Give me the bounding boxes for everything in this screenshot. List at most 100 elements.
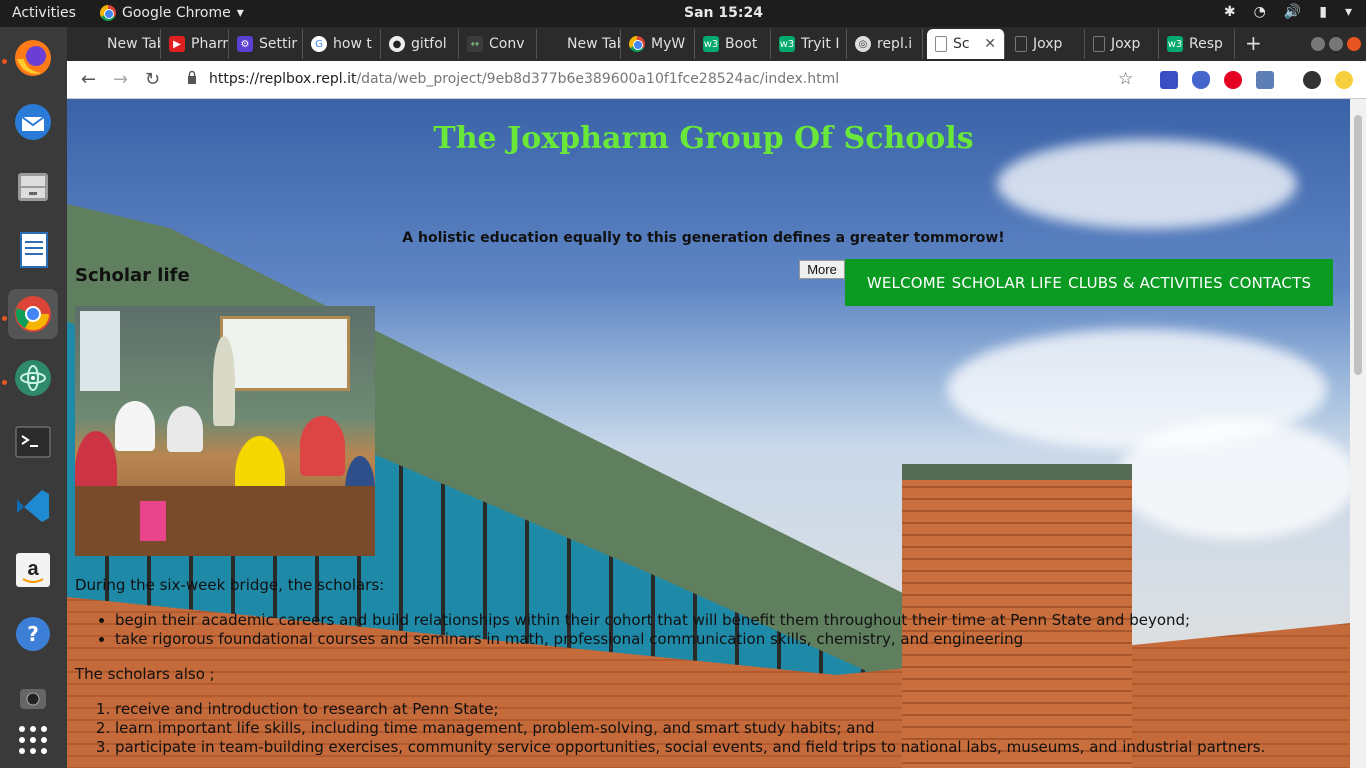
back-arrow-icon[interactable]: ←	[81, 69, 96, 90]
toolbar: ← → ↻ https://replbox.repl.it/data/web_p…	[67, 61, 1366, 99]
terminal-launcher[interactable]	[8, 417, 58, 467]
building-tower-cap	[902, 464, 1132, 480]
search-extension-icon[interactable]	[1160, 71, 1178, 89]
more-button[interactable]: More	[799, 260, 845, 279]
tab[interactable]: ● gitfol	[381, 29, 459, 59]
firefox-launcher[interactable]	[8, 33, 58, 83]
github-icon: ●	[389, 36, 405, 52]
maximize-icon[interactable]	[1329, 37, 1343, 51]
tab[interactable]: ↔ Conv	[459, 29, 537, 59]
youtube-icon: ▶	[169, 36, 185, 52]
activities-button[interactable]: Activities	[12, 5, 76, 21]
writer-launcher[interactable]	[8, 225, 58, 275]
tab[interactable]: New Tab	[537, 29, 621, 59]
show-apps-button[interactable]	[8, 715, 58, 765]
url-host: https://replbox.repl.it	[209, 71, 357, 87]
svg-text:?: ?	[27, 622, 39, 646]
w3-icon: w3	[1167, 36, 1183, 52]
page-icon	[1093, 36, 1105, 52]
avatar[interactable]	[1303, 71, 1321, 89]
tab[interactable]: w3 Resp	[1159, 29, 1235, 59]
wifi-icon: ◔	[1253, 4, 1266, 20]
tab[interactable]: New Tab	[77, 29, 161, 59]
nav-welcome[interactable]: WELCOME	[867, 274, 946, 292]
tagline: A holistic education equally to this gen…	[402, 230, 1005, 246]
nav-clubs-activities[interactable]: CLUBS & ACTIVITIES	[1068, 274, 1223, 292]
tab[interactable]: Joxp	[1007, 29, 1085, 59]
power-menu-icon[interactable]: ▾	[1345, 4, 1352, 20]
photo-desks	[75, 486, 375, 556]
blank-icon	[85, 36, 101, 52]
tab-label: Joxp	[1033, 36, 1063, 52]
close-window-icon[interactable]	[1347, 37, 1361, 51]
app-menu[interactable]: Google Chrome ▾	[100, 5, 244, 21]
running-indicator	[2, 380, 7, 385]
running-indicator	[2, 59, 7, 64]
page-viewport: The Joxpharm Group Of Schools A holistic…	[67, 99, 1350, 768]
tab-strip: New Tab ▶ Pharr ⚙ Settir Ghow t ● gitfol ↔ C…	[67, 27, 1366, 61]
tab-label: Sc	[953, 36, 970, 52]
nav-scholar-life[interactable]: SCHOLAR LIFE	[952, 274, 1063, 292]
forward-arrow-icon[interactable]: →	[113, 69, 128, 90]
slack-icon[interactable]: ✱	[1224, 4, 1236, 20]
photo-window	[80, 311, 120, 391]
tab-active[interactable]: Sc ✕	[927, 29, 1005, 59]
screenshot-extension-icon[interactable]	[1256, 71, 1274, 89]
atom-icon	[15, 360, 51, 396]
tab[interactable]: w3 Tryit I	[771, 29, 847, 59]
shield-extension-icon[interactable]	[1192, 71, 1210, 89]
help-icon: ?	[16, 617, 50, 651]
tab-label: Boot	[725, 36, 758, 52]
terminal-icon	[15, 426, 51, 458]
tab-label: Joxp	[1111, 36, 1141, 52]
tab[interactable]: Joxp	[1085, 29, 1159, 59]
tab-label: Settir	[259, 36, 298, 52]
camera-icon	[20, 689, 46, 709]
page-scrollbar[interactable]	[1350, 99, 1366, 768]
nav-contacts[interactable]: CONTACTS	[1229, 274, 1311, 292]
w3-icon: w3	[703, 36, 719, 52]
bookmark-star-icon[interactable]: ☆	[1118, 69, 1133, 89]
files-launcher[interactable]	[8, 161, 58, 211]
warning-icon[interactable]	[1335, 71, 1353, 89]
reload-icon[interactable]: ↻	[145, 69, 160, 90]
lock-icon[interactable]	[187, 71, 197, 84]
firefox-icon	[15, 40, 51, 76]
new-tab-icon[interactable]: +	[1245, 31, 1262, 55]
tab[interactable]: w3 Boot	[695, 29, 771, 59]
tab[interactable]: ▶ Pharr	[161, 29, 229, 59]
list-item: learn important life skills, including t…	[115, 719, 1265, 738]
tab-label: Conv	[489, 36, 525, 52]
tab[interactable]: ◎ repl.i	[847, 29, 923, 59]
repl-icon: ◎	[855, 36, 871, 52]
tab[interactable]: Ghow t	[303, 29, 381, 59]
vscode-launcher[interactable]	[8, 481, 58, 531]
tab[interactable]: ⚙ Settir	[229, 29, 303, 59]
amazon-launcher[interactable]: a	[8, 545, 58, 595]
address-bar[interactable]: https://replbox.repl.it/data/web_project…	[209, 71, 839, 87]
also-text: The scholars also ;	[75, 665, 215, 683]
tab[interactable]: MyW	[621, 29, 695, 59]
minimize-icon[interactable]	[1311, 37, 1325, 51]
close-tab-icon[interactable]: ✕	[984, 36, 996, 52]
photo-teacher	[213, 336, 235, 426]
clock[interactable]: San 15:24	[684, 5, 763, 21]
system-top-bar: Activities Google Chrome ▾ San 15:24 ✱ ◔…	[0, 0, 1366, 27]
system-tray[interactable]: ✱ ◔ 🔊 ▮ ▾	[1224, 4, 1352, 20]
help-launcher[interactable]: ?	[8, 609, 58, 659]
pinterest-icon[interactable]	[1224, 71, 1242, 89]
page-icon	[1015, 36, 1027, 52]
scrollbar-thumb[interactable]	[1354, 115, 1362, 375]
document-icon	[20, 232, 48, 268]
atom-launcher[interactable]	[8, 353, 58, 403]
section-title: Scholar life	[75, 265, 190, 286]
file-cabinet-icon	[18, 173, 48, 201]
page-icon	[935, 36, 947, 52]
chrome-launcher[interactable]	[8, 289, 58, 339]
list-item: participate in team-building exercises, …	[115, 738, 1265, 757]
site-nav: WELCOME SCHOLAR LIFE CLUBS & ACTIVITIES …	[845, 259, 1333, 306]
tab-label: Tryit I	[801, 36, 840, 52]
list-item: take rigorous foundational courses and s…	[115, 630, 1190, 649]
convert-icon: ↔	[467, 36, 483, 52]
thunderbird-launcher[interactable]	[8, 97, 58, 147]
